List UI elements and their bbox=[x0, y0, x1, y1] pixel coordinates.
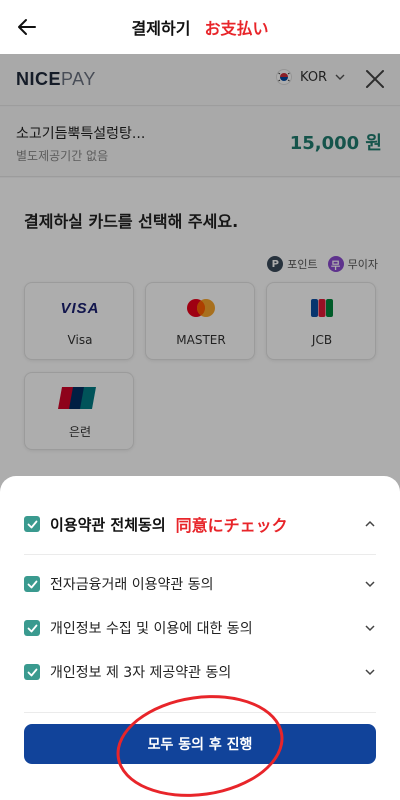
agree-item-checkbox[interactable] bbox=[24, 620, 40, 636]
chevron-down-icon[interactable] bbox=[364, 578, 376, 590]
arrow-left-icon bbox=[18, 19, 36, 35]
agree-item-label: 개인정보 수집 및 이용에 대한 동의 bbox=[50, 621, 253, 637]
chevron-up-icon[interactable] bbox=[364, 518, 376, 530]
chevron-down-icon[interactable] bbox=[364, 622, 376, 634]
agree-item-row[interactable]: 개인정보 수집 및 이용에 대한 동의 bbox=[24, 616, 376, 640]
annotation-label: お支払い bbox=[204, 19, 269, 38]
page-title: 결제하기 bbox=[131, 19, 191, 38]
app-top-bar: 결제하기 お支払い bbox=[0, 0, 400, 54]
check-icon bbox=[27, 580, 37, 588]
chevron-down-icon[interactable] bbox=[364, 666, 376, 678]
agree-item-label: 개인정보 제 3자 제공약관 동의 bbox=[50, 665, 232, 681]
check-icon bbox=[27, 668, 37, 676]
agree-item-checkbox[interactable] bbox=[24, 576, 40, 592]
agree-all-row[interactable]: 이용약관 전체동의 同意にチェック bbox=[24, 512, 376, 536]
divider bbox=[24, 554, 376, 555]
annotation-label: 同意にチェック bbox=[175, 516, 288, 535]
agree-item-checkbox[interactable] bbox=[24, 664, 40, 680]
back-button[interactable] bbox=[14, 14, 40, 40]
agreement-sheet: 이용약관 전체동의 同意にチェック 전자금융거래 이용약관 동의 개인정보 수집… bbox=[0, 476, 400, 800]
agree-all-checkbox[interactable] bbox=[24, 516, 40, 532]
agree-item-row[interactable]: 개인정보 제 3자 제공약관 동의 bbox=[24, 660, 376, 684]
divider bbox=[24, 712, 376, 713]
check-icon bbox=[27, 624, 37, 632]
agree-item-label: 전자금융거래 이용약관 동의 bbox=[50, 577, 214, 593]
check-icon bbox=[27, 520, 37, 528]
agree-all-label: 이용약관 전체동의 bbox=[50, 515, 166, 534]
agree-all-proceed-button[interactable]: 모두 동의 후 진행 bbox=[24, 724, 376, 764]
agree-item-row[interactable]: 전자금융거래 이용약관 동의 bbox=[24, 572, 376, 596]
